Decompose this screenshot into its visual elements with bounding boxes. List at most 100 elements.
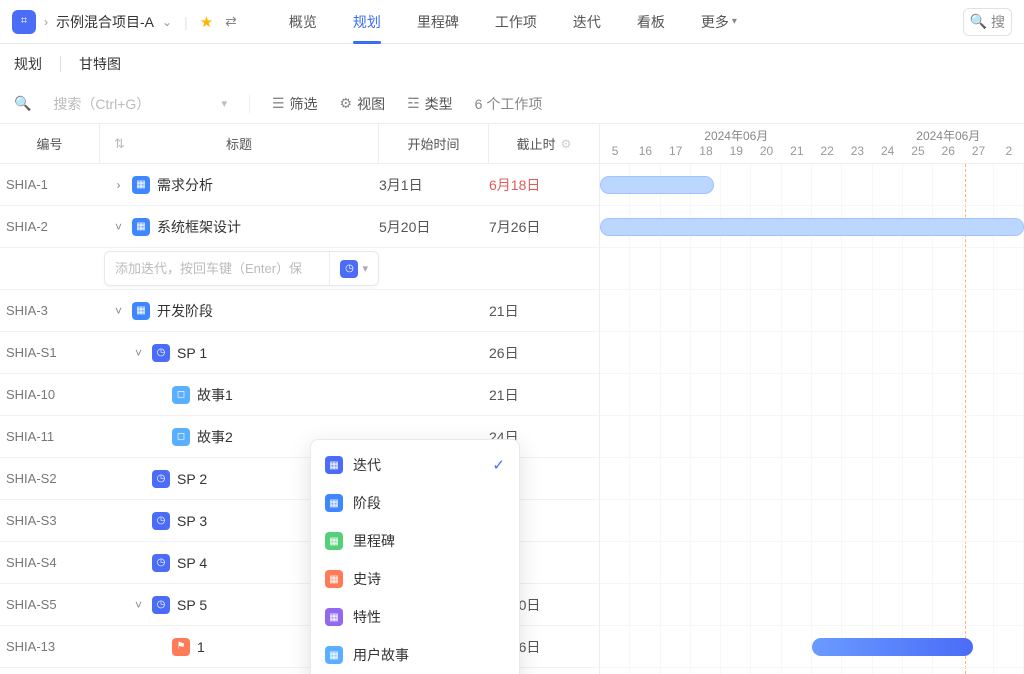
row-title[interactable]: 开发阶段 (157, 301, 213, 321)
cell-id: SHIA-10 (0, 387, 100, 402)
gantt-row (600, 332, 1024, 374)
col-end-label: 截止时 (517, 134, 556, 153)
day-cell: 26 (933, 144, 963, 163)
global-search-button[interactable]: 🔍 搜 (963, 8, 1012, 36)
type-menu-item[interactable]: ▦ 史诗 (311, 560, 519, 598)
phase-icon: ▦ (132, 302, 150, 320)
row-title[interactable]: 需求分析 (157, 175, 213, 195)
table-row[interactable]: SHIA-S1 ˅ ◷ SP 1 26日 (0, 332, 599, 374)
add-item-box: ◷ ▾ (104, 251, 379, 286)
gantt-row (600, 500, 1024, 542)
tab-more[interactable]: 更多▾ (701, 0, 737, 44)
row-title[interactable]: 故事1 (197, 385, 233, 405)
day-cell: 24 (873, 144, 903, 163)
col-header-id[interactable]: 编号 (0, 124, 100, 163)
month-label: 2024年06月 (600, 124, 873, 144)
table-row[interactable]: SHIA-1 › ▦ 需求分析 3月1日 6月18日 (0, 164, 599, 206)
gear-icon[interactable]: ⚙ (561, 137, 572, 151)
add-item-input[interactable] (115, 261, 329, 276)
tab-overview[interactable]: 概览 (289, 0, 317, 44)
cell-id: SHIA-2 (0, 219, 100, 234)
tab-plan[interactable]: 规划 (353, 0, 381, 44)
toolbar: 🔍 ▾ ☰筛选 ⚙视图 ☲类型 6 个工作项 (0, 84, 1024, 124)
type-menu-label: 用户故事 (353, 645, 409, 665)
type-dropdown[interactable]: ▦ 迭代 ✓▦ 阶段 ▦ 里程碑 ▦ 史诗 ▦ 特性 ▦ 用户故事 (310, 439, 520, 674)
gantt-pane[interactable]: 2024年06月 2024年06月 5161718192021222324252… (600, 124, 1024, 674)
expander-icon[interactable]: ˅ (112, 220, 125, 234)
type-menu-item[interactable]: ▦ 阶段 (311, 484, 519, 522)
row-title[interactable]: 故事2 (197, 427, 233, 447)
subtab-gantt[interactable]: 甘特图 (79, 54, 121, 74)
project-icon: ⌗ (12, 10, 36, 34)
gantt-row (600, 542, 1024, 584)
project-selector[interactable]: ⌗ › 示例混合项目-A ⌄ (12, 10, 172, 34)
star-icon[interactable]: ★ (200, 13, 213, 31)
row-title[interactable]: SP 2 (177, 471, 207, 487)
type-menu-item[interactable]: ▦ 用户故事 (311, 636, 519, 674)
row-title[interactable]: SP 4 (177, 555, 207, 571)
col-header-end[interactable]: 截止时 ⚙ (489, 124, 599, 163)
gantt-bar[interactable] (600, 218, 1024, 236)
tab-board[interactable]: 看板 (637, 0, 665, 44)
type-menu-label: 迭代 (353, 455, 381, 475)
gantt-bar[interactable] (812, 638, 973, 656)
table-row[interactable]: SHIA-3 ˅ ▦ 开发阶段 21日 (0, 290, 599, 332)
phase-icon: ▦ (132, 176, 150, 194)
col-title-label: 标题 (226, 134, 252, 153)
chevron-down-icon[interactable]: ▾ (221, 97, 227, 110)
type-menu-item[interactable]: ▦ 迭代 ✓ (311, 446, 519, 484)
expander-icon[interactable]: › (112, 178, 125, 192)
day-cell: 25 (903, 144, 933, 163)
add-item-type-selector[interactable]: ◷ ▾ (329, 252, 368, 285)
type-label: 类型 (425, 94, 453, 114)
expander-icon[interactable]: ˅ (132, 346, 145, 360)
day-cell: 22 (812, 144, 842, 163)
main: 编号 ⇅ 标题 开始时间 截止时 ⚙ SHIA-1 › ▦ 需求分析 3月1日 … (0, 124, 1024, 674)
row-title[interactable]: SP 5 (177, 597, 207, 613)
gantt-row (600, 458, 1024, 500)
cell-end: 21日 (489, 301, 599, 321)
timeline-days: 51617181920212223242526272 (600, 144, 1024, 163)
day-cell: 5 (600, 144, 630, 163)
row-title[interactable]: SP 1 (177, 345, 207, 361)
row-title[interactable]: 系统框架设计 (157, 217, 241, 237)
gantt-bar[interactable] (600, 176, 714, 194)
gantt-row (600, 374, 1024, 416)
cell-id: SHIA-S5 (0, 597, 100, 612)
col-header-title[interactable]: ⇅ 标题 (100, 124, 379, 163)
tab-workitem[interactable]: 工作项 (495, 0, 537, 44)
tab-iteration[interactable]: 迭代 (573, 0, 601, 44)
divider (249, 95, 250, 113)
filter-button[interactable]: ☰筛选 (272, 94, 318, 114)
view-button[interactable]: ⚙视图 (340, 94, 386, 114)
search-input[interactable] (53, 96, 203, 112)
swap-icon[interactable]: ⇄ (225, 13, 237, 30)
filter-icon: ☰ (272, 95, 285, 112)
sub-bar: 规划 甘特图 (0, 44, 1024, 84)
subtab-plan[interactable]: 规划 (14, 54, 42, 74)
cell-id: SHIA-11 (0, 429, 100, 444)
phase-icon: ▦ (325, 494, 343, 512)
day-cell: 17 (661, 144, 691, 163)
type-button[interactable]: ☲类型 (407, 94, 453, 114)
day-cell: 19 (721, 144, 751, 163)
cell-title: ˅ ▦ 系统框架设计 (100, 217, 379, 237)
col-header-start[interactable]: 开始时间 (379, 124, 489, 163)
type-menu-item[interactable]: ▦ 里程碑 (311, 522, 519, 560)
row-title[interactable]: 1 (197, 639, 205, 655)
cell-title: ˅ ◷ SP 1 (100, 344, 379, 362)
sprint-icon: ◷ (152, 596, 170, 614)
cell-id: SHIA-3 (0, 303, 100, 318)
type-menu-item[interactable]: ▦ 特性 (311, 598, 519, 636)
expander-icon[interactable]: ˅ (132, 598, 145, 612)
table-row[interactable]: SHIA-2 ˅ ▦ 系统框架设计 5月20日 7月26日 (0, 206, 599, 248)
table-row[interactable]: SHIA-10 ◻ 故事1 21日 (0, 374, 599, 416)
phase-icon: ▦ (132, 218, 150, 236)
sort-icon[interactable]: ⇅ (114, 136, 125, 152)
sprint-icon: ◷ (340, 260, 358, 278)
tab-milestone[interactable]: 里程碑 (417, 0, 459, 44)
row-title[interactable]: SP 3 (177, 513, 207, 529)
userstory-icon: ▦ (325, 646, 343, 664)
view-icon: ⚙ (340, 95, 353, 112)
expander-icon[interactable]: ˅ (112, 304, 125, 318)
